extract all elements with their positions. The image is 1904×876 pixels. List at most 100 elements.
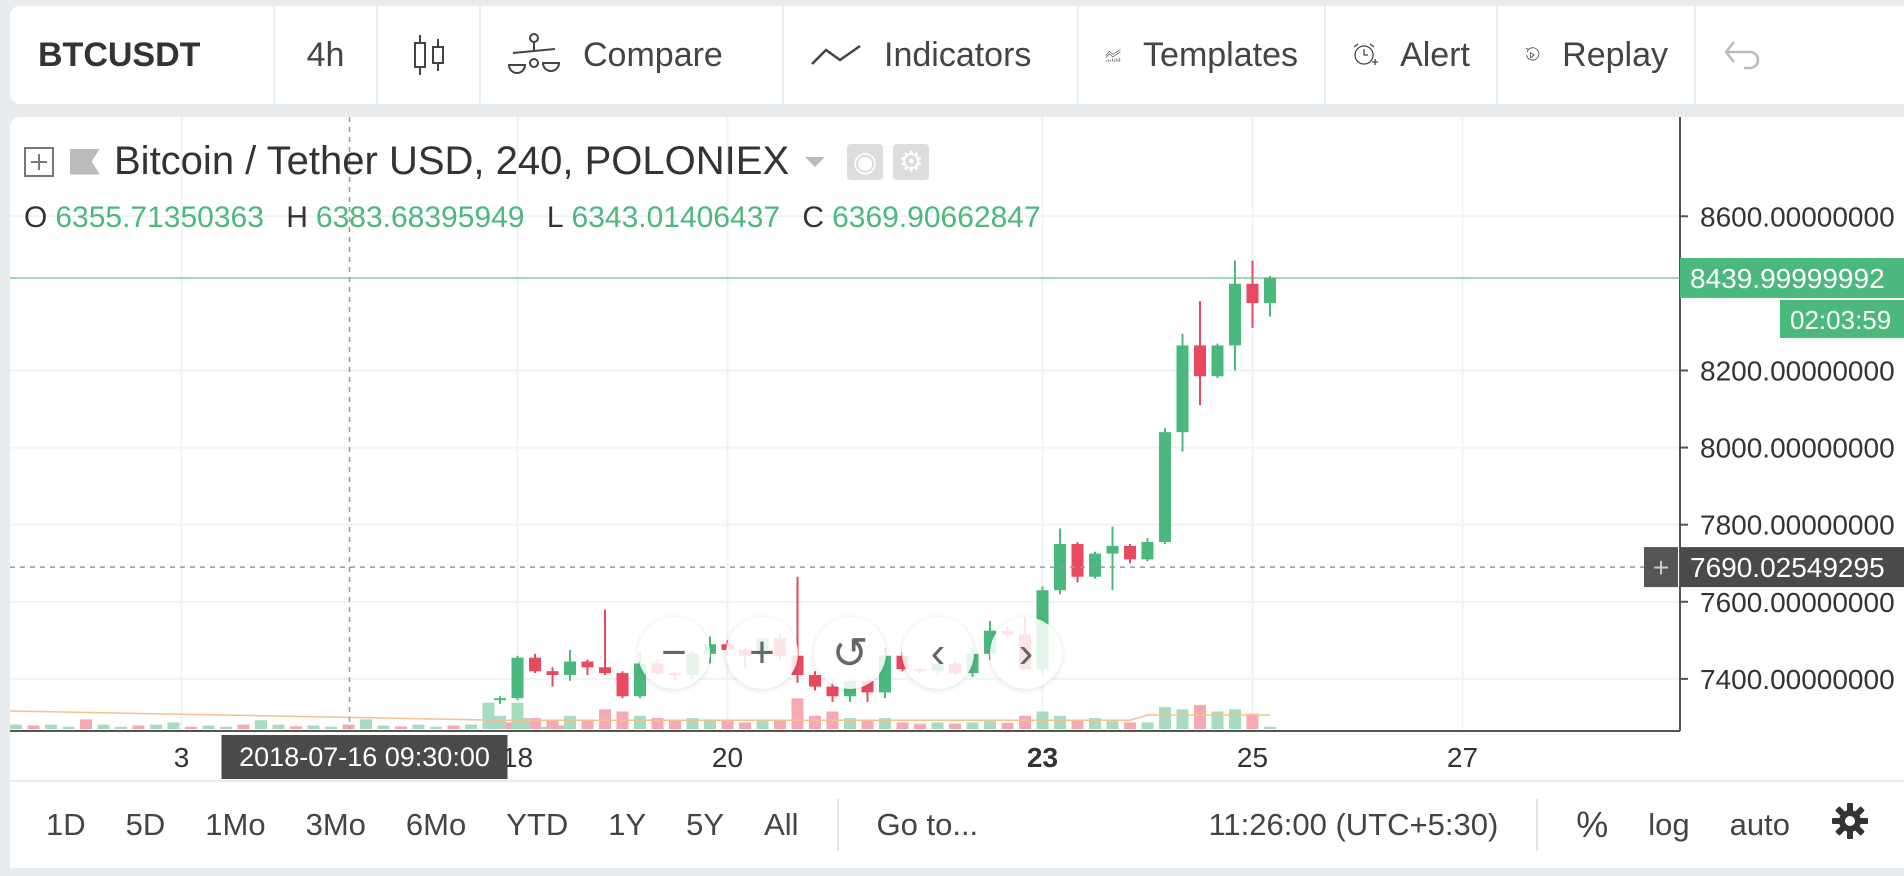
candle-body[interactable]: [1229, 283, 1241, 346]
top-toolbar: BTCUSDT 4h Compare Indicators Templates …: [10, 6, 1904, 104]
candle-body[interactable]: [564, 661, 576, 676]
settings-button[interactable]: [1810, 801, 1904, 849]
replay-button[interactable]: Replay: [1498, 6, 1696, 104]
candle-body[interactable]: [1159, 432, 1171, 543]
replay-icon: [1525, 47, 1540, 61]
series-title[interactable]: Bitcoin / Tether USD, 240, POLONIEX: [114, 139, 789, 184]
low-label: L: [546, 201, 564, 234]
compare-label: Compare: [583, 35, 723, 74]
high-label: H: [286, 201, 308, 234]
candle-body[interactable]: [599, 667, 611, 674]
candle-body[interactable]: [546, 671, 559, 676]
candle-body[interactable]: [1124, 545, 1136, 560]
undo-button[interactable]: [1696, 6, 1788, 104]
candle-body[interactable]: [494, 698, 506, 701]
price-tick-label: 7800.00000000: [1700, 510, 1895, 541]
volume-bar: [791, 698, 804, 729]
flag-icon[interactable]: [70, 148, 100, 175]
ohlc-values: O 6355.71350363 H 6383.68395949 L 6343.0140…: [24, 201, 1055, 235]
chart-type-button[interactable]: [378, 6, 481, 104]
log-scale-toggle[interactable]: log: [1628, 807, 1709, 843]
divider: [1536, 799, 1539, 851]
range-button-1d[interactable]: 1D: [26, 807, 106, 843]
alarm-clock-icon: [1353, 43, 1379, 66]
interval-button[interactable]: 4h: [275, 6, 378, 104]
volume-bar: [465, 724, 477, 729]
range-button-6mo[interactable]: 6Mo: [386, 807, 486, 843]
volume-bar: [412, 724, 425, 729]
go-to-button[interactable]: Go to...: [857, 807, 999, 843]
last-price-label: 8439.99999992: [1690, 263, 1885, 294]
compare-icon: [507, 33, 561, 74]
price-tick-label: 8200.00000000: [1700, 355, 1895, 386]
range-button-ytd[interactable]: YTD: [486, 807, 588, 843]
candle-body[interactable]: [581, 661, 594, 668]
volume-bar: [290, 726, 302, 729]
range-button-1mo[interactable]: 1Mo: [185, 807, 285, 843]
volume-bar: [395, 726, 407, 729]
open-label: O: [24, 201, 48, 234]
scroll-right-button[interactable]: ›: [990, 617, 1062, 689]
candle-body[interactable]: [1246, 283, 1259, 304]
candle-body[interactable]: [1141, 542, 1154, 560]
candle-body[interactable]: [1176, 345, 1189, 433]
candle-body[interactable]: [529, 657, 541, 672]
volume-bar: [739, 722, 751, 729]
compare-button[interactable]: Compare: [481, 6, 784, 104]
candle-body[interactable]: [1211, 345, 1224, 377]
volume-bar: [202, 725, 215, 729]
alert-label: Alert: [1400, 35, 1470, 74]
volume-bar: [721, 721, 734, 729]
templates-button[interactable]: Templates: [1079, 6, 1326, 104]
close-label: C: [802, 201, 825, 234]
candle-body[interactable]: [1089, 553, 1101, 577]
volume-bar: [255, 720, 267, 729]
candle-body[interactable]: [1106, 545, 1119, 554]
candle-body[interactable]: [1264, 277, 1276, 304]
range-button-5d[interactable]: 5D: [106, 807, 186, 843]
range-button-all[interactable]: All: [744, 807, 818, 843]
volume-bar: [150, 724, 162, 729]
candle-body[interactable]: [616, 673, 629, 697]
candle-body[interactable]: [1071, 543, 1084, 577]
scroll-left-button[interactable]: ‹: [902, 617, 974, 689]
volume-bar: [1054, 715, 1066, 729]
zoom-out-button[interactable]: −: [638, 617, 710, 689]
timezone-button[interactable]: 11:26:00 (UTC+5:30): [1188, 807, 1518, 843]
eye-icon[interactable]: ◉: [847, 143, 884, 180]
volume-bar: [634, 715, 646, 729]
symbol-search-button[interactable]: BTCUSDT: [10, 6, 275, 104]
indicators-label: Indicators: [884, 35, 1032, 74]
close-value: 6369.90662847: [832, 201, 1041, 234]
range-button-3mo[interactable]: 3Mo: [286, 807, 386, 843]
indicators-button[interactable]: Indicators: [784, 6, 1079, 104]
price-tick-label: 8600.00000000: [1700, 201, 1895, 232]
auto-scale-toggle[interactable]: auto: [1710, 807, 1810, 843]
chevron-down-icon[interactable]: [805, 156, 826, 167]
range-button-5y[interactable]: 5Y: [666, 807, 744, 843]
volume-bar: [599, 709, 611, 729]
volume-bar: [97, 724, 110, 729]
range-button-1y[interactable]: 1Y: [588, 807, 666, 843]
volume-bar: [1246, 713, 1259, 729]
collapse-legend-button[interactable]: [24, 146, 54, 177]
volume-bar: [1124, 722, 1136, 729]
crosshair-price-label: 7690.02549295: [1690, 552, 1885, 583]
candlestick-icon: [413, 35, 444, 75]
gear-icon[interactable]: ⚙: [893, 143, 930, 180]
volume-bar: [1229, 709, 1241, 729]
alert-button[interactable]: Alert: [1326, 6, 1498, 104]
volume-bar: [360, 719, 372, 729]
volume-bar: [809, 715, 821, 729]
reset-chart-button[interactable]: ↺: [814, 617, 886, 689]
candle-body[interactable]: [1194, 345, 1206, 377]
chart-panel[interactable]: 8600.00000000 8200.00000000 8000.00000000 7…: [10, 117, 1904, 780]
volume-bar: [1001, 722, 1014, 729]
zoom-in-button[interactable]: +: [726, 617, 798, 689]
volume-bar: [10, 724, 22, 729]
templates-icon: [1105, 49, 1121, 62]
candle-body[interactable]: [511, 657, 524, 699]
volume-bar: [861, 720, 874, 729]
volume-bar: [167, 722, 180, 729]
percent-scale-toggle[interactable]: %: [1556, 804, 1628, 846]
